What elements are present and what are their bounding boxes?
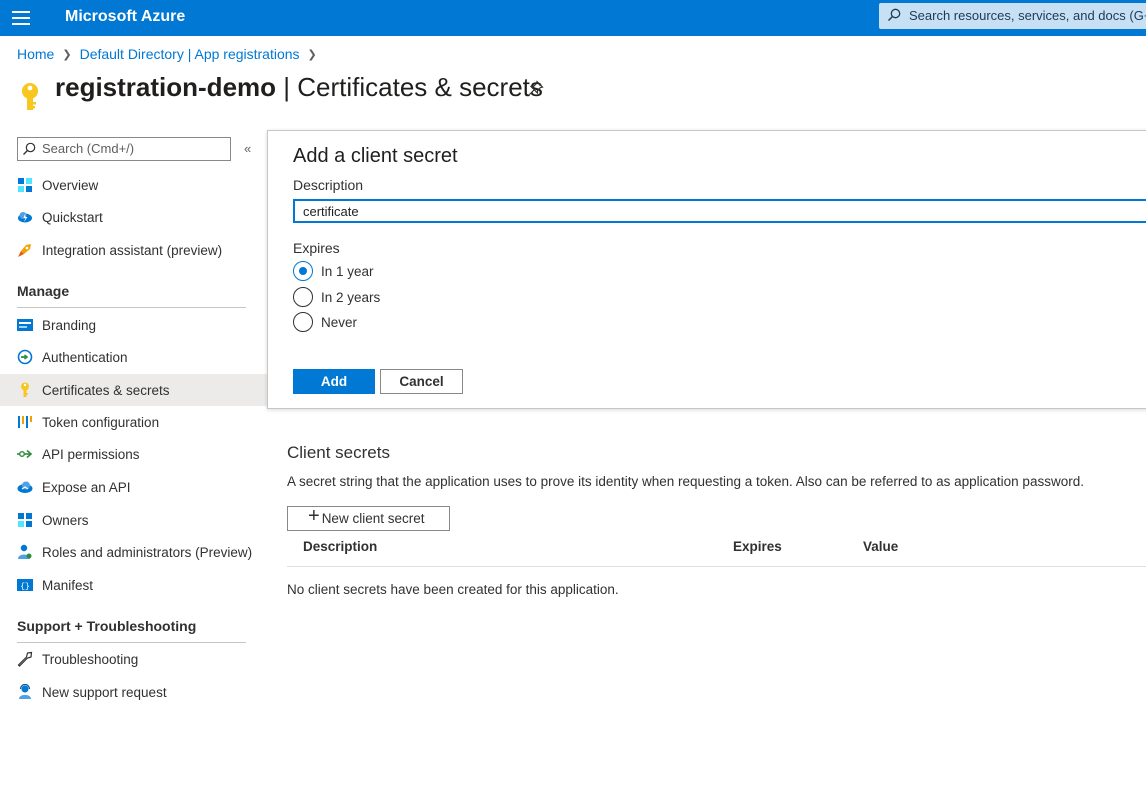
sidebar-item-branding[interactable]: Branding: [0, 309, 267, 341]
collapse-sidebar-icon[interactable]: «: [244, 141, 251, 156]
cloud-api-icon: [17, 479, 33, 495]
sidebar-item-quickstart[interactable]: Quickstart: [0, 201, 267, 233]
plus-icon: +: [308, 504, 320, 527]
token-bars-icon: [17, 414, 33, 430]
title-separator: |: [283, 72, 291, 102]
sidebar-item-label: Integration assistant (preview): [42, 242, 223, 258]
key-icon: [17, 382, 33, 398]
page-name: Certificates & secrets: [297, 72, 543, 102]
description-field[interactable]: [293, 199, 1146, 223]
sidebar-item-label: Token configuration: [42, 414, 160, 430]
sidebar-item-label: Quickstart: [42, 209, 103, 225]
add-button[interactable]: Add: [293, 369, 375, 394]
cloud-lightning-icon: [17, 209, 33, 225]
search-icon: [887, 8, 901, 27]
column-header-description: Description: [303, 539, 378, 554]
sidebar-item-label: Branding: [42, 317, 97, 333]
sidebar-item-new-support-request[interactable]: New support request: [0, 676, 267, 708]
hamburger-menu-icon[interactable]: [12, 11, 30, 25]
sidebar-search-placeholder: Search (Cmd+/): [42, 141, 135, 156]
client-secrets-description: A secret string that the application use…: [287, 474, 1084, 489]
empty-state-message: No client secrets have been created for …: [287, 582, 619, 597]
option-label: Never: [321, 314, 358, 330]
manage-section-header: Manage: [17, 283, 70, 299]
page-title: registration-demo | Certificates & secre…: [55, 72, 543, 103]
new-client-secret-button[interactable]: + New client secret: [287, 506, 450, 531]
sidebar-item-label: Manifest: [42, 577, 94, 593]
sidebar-item-expose-api[interactable]: Expose an API: [0, 471, 267, 503]
expires-option-2-years[interactable]: In 2 years: [293, 287, 380, 307]
option-label: In 2 years: [321, 289, 381, 305]
sidebar-item-roles-administrators[interactable]: Roles and administrators (Preview): [0, 536, 267, 568]
panel-title: Add a client secret: [293, 145, 458, 167]
branding-icon: [17, 317, 33, 333]
sidebar-item-label: Owners: [42, 512, 89, 528]
column-header-expires: Expires: [733, 539, 782, 554]
manifest-icon: {}: [17, 577, 33, 593]
new-client-secret-label: New client secret: [321, 511, 425, 526]
svg-text:{}: {}: [20, 583, 30, 592]
sidebar-item-label: Expose an API: [42, 479, 131, 495]
cancel-button[interactable]: Cancel: [380, 369, 463, 394]
sidebar-item-owners[interactable]: Owners: [0, 504, 267, 536]
sidebar-item-api-permissions[interactable]: API permissions: [0, 438, 267, 470]
expires-option-never[interactable]: Never: [293, 312, 357, 332]
sidebar-item-troubleshooting[interactable]: Troubleshooting: [0, 643, 267, 675]
breadcrumb-app-registrations[interactable]: Default Directory | App registrations: [80, 46, 300, 62]
breadcrumb: Home ❯ Default Directory | App registrat…: [17, 46, 325, 62]
authentication-icon: [17, 349, 33, 365]
api-arrow-icon: [17, 446, 33, 462]
add-client-secret-panel: Add a client secret Description Expires …: [267, 130, 1146, 409]
pin-icon[interactable]: [528, 80, 544, 101]
client-secrets-title: Client secrets: [287, 443, 390, 462]
sidebar-item-label: Certificates & secrets: [42, 382, 170, 398]
chevron-right-icon: ❯: [62, 48, 72, 61]
radio-button[interactable]: [293, 312, 313, 332]
chevron-right-icon: ❯: [307, 48, 317, 61]
sidebar-item-label: New support request: [42, 684, 167, 700]
overview-grid-icon: [17, 177, 33, 193]
person-badge-icon: [17, 544, 33, 560]
app-name: registration-demo: [55, 72, 277, 102]
sidebar-item-label: Troubleshooting: [42, 651, 139, 667]
radio-button-checked[interactable]: [293, 261, 313, 281]
sidebar-item-label: API permissions: [42, 446, 140, 462]
expires-label: Expires: [293, 240, 340, 256]
sidebar-item-manifest[interactable]: {} Manifest: [0, 569, 267, 601]
sidebar-item-integration-assistant[interactable]: Integration assistant (preview): [0, 234, 267, 266]
sidebar-search-input[interactable]: Search (Cmd+/): [17, 137, 231, 161]
owners-grid-icon: [17, 512, 33, 528]
global-search[interactable]: Search resources, services, and docs (G+…: [879, 3, 1146, 29]
description-label: Description: [293, 177, 364, 193]
wrench-icon: [17, 651, 33, 667]
table-divider: [287, 566, 1146, 567]
brand-name[interactable]: Microsoft Azure: [65, 8, 185, 26]
sidebar-item-label: Roles and administrators (Preview): [42, 544, 253, 560]
search-icon: [22, 142, 36, 161]
expires-option-1-year[interactable]: In 1 year: [293, 261, 374, 281]
top-bar: Microsoft Azure Search resources, servic…: [0, 0, 1146, 36]
support-section-header: Support + Troubleshooting: [17, 618, 197, 634]
breadcrumb-home[interactable]: Home: [17, 46, 54, 62]
key-icon: [18, 82, 42, 117]
sidebar-item-overview[interactable]: Overview: [0, 169, 267, 201]
global-search-placeholder: Search resources, services, and docs (G+…: [909, 8, 1146, 23]
rocket-icon: [17, 242, 33, 258]
manage-divider: [17, 307, 246, 308]
sidebar-item-authentication[interactable]: Authentication: [0, 341, 267, 373]
sidebar-item-token-configuration[interactable]: Token configuration: [0, 406, 267, 438]
radio-button[interactable]: [293, 287, 313, 307]
option-label: In 1 year: [321, 263, 374, 279]
sidebar-item-certificates-secrets[interactable]: Certificates & secrets: [0, 374, 267, 406]
column-header-value: Value: [863, 539, 899, 554]
support-person-icon: [17, 684, 33, 700]
sidebar-item-label: Authentication: [42, 349, 128, 365]
sidebar-item-label: Overview: [42, 177, 99, 193]
